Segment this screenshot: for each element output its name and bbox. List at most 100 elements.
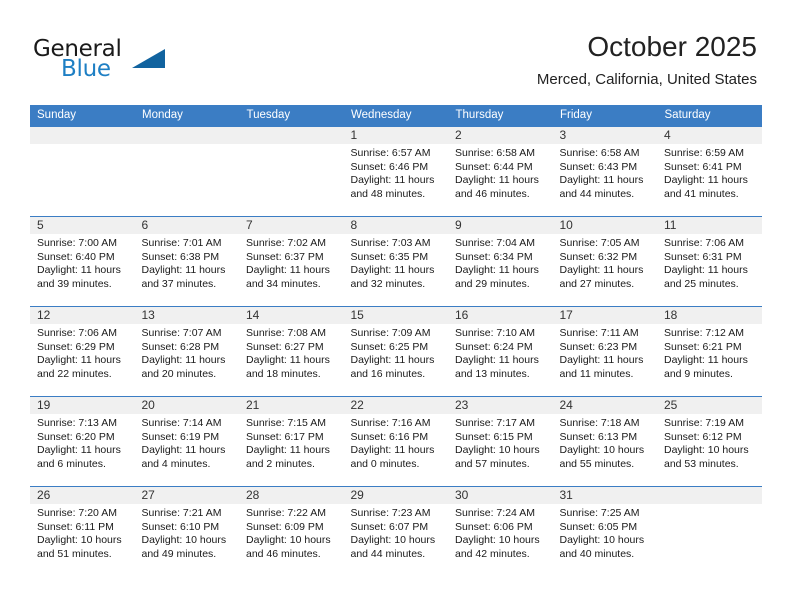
day-number: 18 xyxy=(657,307,762,324)
calendar-day-cell[interactable]: 8 Sunrise: 7:03 AM Sunset: 6:35 PM Daylight… xyxy=(343,216,448,307)
daylight-duration-line2: and 44 minutes. xyxy=(559,187,635,200)
calendar-day-cell[interactable]: 28 Sunrise: 7:22 AM Sunset: 6:09 PM Dayligh… xyxy=(239,486,344,577)
sunset-time: Sunset: 6:24 PM xyxy=(455,340,533,353)
daylight-duration-line1: Daylight: 11 hours xyxy=(141,354,226,367)
sunset-time: Sunset: 6:43 PM xyxy=(559,160,638,173)
day-details: Sunrise: 7:22 AM Sunset: 6:09 PM Daylight:… xyxy=(239,504,344,561)
day-details: Sunrise: 7:09 AM Sunset: 6:25 PM Daylight:… xyxy=(344,324,449,381)
day-number: 2 xyxy=(448,127,553,144)
daylight-duration-line1: Daylight: 11 hours xyxy=(350,444,435,457)
calendar-day-cell[interactable]: 26 Sunrise: 7:20 AM Sunset: 6:11 PM Dayligh… xyxy=(30,486,135,577)
calendar-day-cell[interactable]: 18 Sunrise: 7:12 AM Sunset: 6:21 PM Dayligh… xyxy=(657,306,762,397)
daylight-duration-line2: and 55 minutes. xyxy=(559,457,635,470)
calendar-day-cell[interactable]: 13 Sunrise: 7:07 AM Sunset: 6:28 PM Dayligh… xyxy=(134,306,239,397)
sunrise-time: Sunrise: 7:19 AM xyxy=(664,417,744,429)
calendar-day-cell[interactable]: 23 Sunrise: 7:17 AM Sunset: 6:15 PM Dayligh… xyxy=(448,396,553,487)
calendar-day-cell[interactable]: 4 Sunrise: 6:59 AM Sunset: 6:41 PM Daylight… xyxy=(657,126,762,217)
calendar-day-cell[interactable]: 21 Sunrise: 7:15 AM Sunset: 6:17 PM Dayligh… xyxy=(239,396,344,487)
calendar-day-cell[interactable]: 5 Sunrise: 7:00 AM Sunset: 6:40 PM Daylight… xyxy=(30,216,135,307)
calendar-day-cell[interactable]: 14 Sunrise: 7:08 AM Sunset: 6:27 PM Dayligh… xyxy=(239,306,344,397)
sunset-time: Sunset: 6:16 PM xyxy=(350,430,429,443)
calendar-day-cell[interactable]: 24 Sunrise: 7:18 AM Sunset: 6:13 PM Dayligh… xyxy=(552,396,657,487)
daylight-duration-line2: and 9 minutes. xyxy=(664,367,733,380)
weekday-header-saturday: Saturday xyxy=(657,105,762,127)
calendar-day-cell-empty xyxy=(134,126,239,217)
weekday-header-thursday: Thursday xyxy=(448,105,553,127)
calendar-day-cell[interactable]: 19 Sunrise: 7:13 AM Sunset: 6:20 PM Dayligh… xyxy=(30,396,135,487)
calendar-day-cell[interactable]: 1 Sunrise: 6:57 AM Sunset: 6:46 PM Daylight… xyxy=(343,126,448,217)
sunrise-time: Sunrise: 6:58 AM xyxy=(455,147,535,159)
daylight-duration-line1: Daylight: 11 hours xyxy=(455,264,539,277)
sunrise-time: Sunrise: 7:11 AM xyxy=(559,327,639,339)
title-block: October 2025 Merced, California, United … xyxy=(537,30,757,89)
day-number: 17 xyxy=(552,307,657,324)
daylight-duration-line1: Daylight: 11 hours xyxy=(141,264,226,277)
daylight-duration-line2: and 29 minutes. xyxy=(455,277,530,290)
general-blue-logo[interactable]: General Blue xyxy=(33,36,213,86)
daylight-duration-line2: and 57 minutes. xyxy=(455,457,530,470)
sunset-time: Sunset: 6:25 PM xyxy=(350,340,429,353)
day-number: 29 xyxy=(343,487,448,504)
calendar-day-cell[interactable]: 11 Sunrise: 7:06 AM Sunset: 6:31 PM Dayligh… xyxy=(657,216,762,307)
daylight-duration-line2: and 53 minutes. xyxy=(664,457,739,470)
day-number xyxy=(30,127,135,144)
sunrise-time: Sunrise: 7:23 AM xyxy=(350,507,431,519)
sunrise-time: Sunrise: 7:17 AM xyxy=(455,417,535,429)
day-details: Sunrise: 7:11 AM Sunset: 6:23 PM Daylight:… xyxy=(553,324,658,381)
sunrise-time: Sunrise: 6:57 AM xyxy=(350,147,431,159)
sunrise-time: Sunrise: 7:04 AM xyxy=(455,237,535,249)
calendar-day-cell[interactable]: 9 Sunrise: 7:04 AM Sunset: 6:34 PM Daylight… xyxy=(448,216,553,307)
sunset-time: Sunset: 6:46 PM xyxy=(350,160,429,173)
calendar-day-cell[interactable]: 30 Sunrise: 7:24 AM Sunset: 6:06 PM Dayligh… xyxy=(448,486,553,577)
calendar-day-cell[interactable]: 10 Sunrise: 7:05 AM Sunset: 6:32 PM Dayligh… xyxy=(552,216,657,307)
calendar-day-cell[interactable]: 25 Sunrise: 7:19 AM Sunset: 6:12 PM Dayligh… xyxy=(657,396,762,487)
calendar-header-row: Sunday Monday Tuesday Wednesday Thursday… xyxy=(30,105,762,127)
sunrise-time: Sunrise: 7:03 AM xyxy=(350,237,431,249)
daylight-duration-line2: and 4 minutes. xyxy=(141,457,211,470)
calendar-week-row: 26 Sunrise: 7:20 AM Sunset: 6:11 PM Dayligh… xyxy=(30,486,762,577)
sunrise-time: Sunrise: 7:13 AM xyxy=(37,417,117,429)
day-number xyxy=(134,127,239,144)
calendar-day-cell[interactable]: 31 Sunrise: 7:25 AM Sunset: 6:05 PM Dayligh… xyxy=(552,486,658,577)
calendar-day-cell[interactable]: 7 Sunrise: 7:02 AM Sunset: 6:37 PM Daylight… xyxy=(239,216,344,307)
day-number: 23 xyxy=(448,397,553,414)
weekday-header-sunday: Sunday xyxy=(30,105,135,127)
day-details: Sunrise: 7:23 AM Sunset: 6:07 PM Daylight:… xyxy=(344,504,449,561)
day-number: 7 xyxy=(239,217,344,234)
triangle-logo-icon xyxy=(132,49,165,68)
day-details: Sunrise: 7:01 AM Sunset: 6:38 PM Daylight:… xyxy=(135,234,240,291)
daylight-duration-line2: and 25 minutes. xyxy=(664,277,739,290)
daylight-duration-line1: Daylight: 10 hours xyxy=(559,534,645,547)
daylight-duration-line2: and 46 minutes. xyxy=(246,547,321,560)
daylight-duration-line1: Daylight: 10 hours xyxy=(141,534,227,547)
calendar-day-cell[interactable]: 27 Sunrise: 7:21 AM Sunset: 6:10 PM Dayligh… xyxy=(134,486,239,577)
day-details: Sunrise: 7:00 AM Sunset: 6:40 PM Daylight:… xyxy=(30,234,135,291)
sunrise-time: Sunrise: 7:25 AM xyxy=(559,507,640,519)
daylight-duration-line1: Daylight: 11 hours xyxy=(350,354,435,367)
calendar-day-cell[interactable]: 15 Sunrise: 7:09 AM Sunset: 6:25 PM Dayligh… xyxy=(343,306,449,397)
day-details: Sunrise: 7:25 AM Sunset: 6:05 PM Daylight:… xyxy=(553,504,658,561)
calendar-day-cell[interactable]: 16 Sunrise: 7:10 AM Sunset: 6:24 PM Dayligh… xyxy=(448,306,553,397)
sunset-time: Sunset: 6:07 PM xyxy=(350,520,429,533)
calendar-day-cell[interactable]: 2 Sunrise: 6:58 AM Sunset: 6:44 PM Daylight… xyxy=(448,126,553,217)
daylight-duration-line2: and 44 minutes. xyxy=(350,547,426,560)
sunset-time: Sunset: 6:11 PM xyxy=(37,520,114,533)
calendar-day-cell[interactable]: 22 Sunrise: 7:16 AM Sunset: 6:16 PM Dayligh… xyxy=(343,396,448,487)
brand-name-blue: Blue xyxy=(61,56,111,82)
sunset-time: Sunset: 6:28 PM xyxy=(141,340,220,353)
calendar-day-cell[interactable]: 12 Sunrise: 7:06 AM Sunset: 6:29 PM Dayligh… xyxy=(30,306,135,397)
calendar-day-cell[interactable]: 3 Sunrise: 6:58 AM Sunset: 6:43 PM Daylight… xyxy=(552,126,657,217)
calendar-day-cell[interactable]: 6 Sunrise: 7:01 AM Sunset: 6:38 PM Daylight… xyxy=(134,216,240,307)
daylight-duration-line1: Daylight: 11 hours xyxy=(664,174,748,187)
day-number: 11 xyxy=(657,217,762,234)
sunset-time: Sunset: 6:06 PM xyxy=(455,520,533,533)
calendar-day-cell[interactable]: 17 Sunrise: 7:11 AM Sunset: 6:23 PM Dayligh… xyxy=(552,306,658,397)
calendar-day-cell[interactable]: 29 Sunrise: 7:23 AM Sunset: 6:07 PM Dayligh… xyxy=(343,486,449,577)
sunset-time: Sunset: 6:20 PM xyxy=(37,430,115,443)
sunrise-time: Sunrise: 7:15 AM xyxy=(246,417,326,429)
day-details: Sunrise: 7:12 AM Sunset: 6:21 PM Daylight:… xyxy=(657,324,762,381)
calendar-body: 1 Sunrise: 6:57 AM Sunset: 6:46 PM Daylight… xyxy=(30,126,762,577)
day-number: 10 xyxy=(552,217,657,234)
calendar-day-cell[interactable]: 20 Sunrise: 7:14 AM Sunset: 6:19 PM Dayligh… xyxy=(134,396,239,487)
page-title: October 2025 xyxy=(587,31,757,62)
